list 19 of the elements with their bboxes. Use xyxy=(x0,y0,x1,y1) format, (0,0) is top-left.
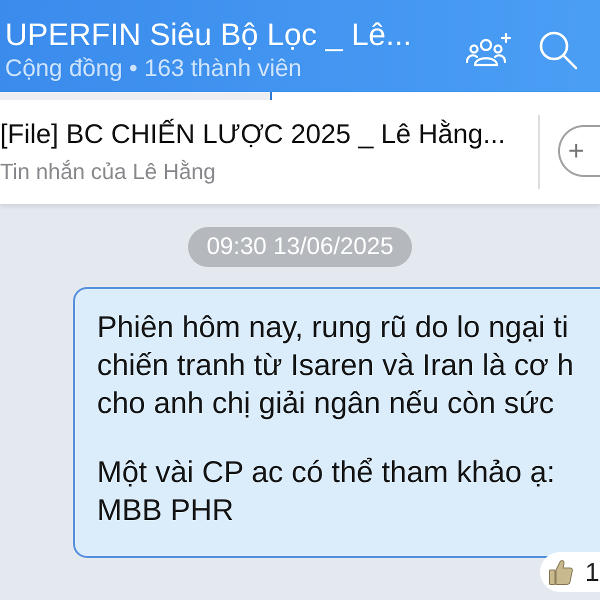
reaction-count: 1 xyxy=(585,559,600,585)
add-member-button[interactable] xyxy=(466,32,512,68)
message-text: chiến tranh từ Isaren và Iran là cơ h xyxy=(97,348,575,384)
search-icon xyxy=(538,30,578,70)
thumbs-up-icon xyxy=(549,559,573,585)
message-text: Phiên hôm nay, rung rũ do lo ngại ti xyxy=(97,310,570,346)
search-button[interactable] xyxy=(538,30,578,70)
timestamp-pill: 09:30 13/06/2025 xyxy=(188,227,412,267)
reaction-badge[interactable]: 1 xyxy=(540,552,600,592)
more-pinned-button[interactable]: + xyxy=(558,125,600,177)
group-subtitle: Cộng đồng • 163 thành viên xyxy=(5,54,303,84)
message-text: MBB PHR xyxy=(97,493,235,529)
message-text: cho anh chị giải ngân nếu còn sức xyxy=(97,386,556,422)
people-plus-icon xyxy=(466,32,512,68)
message-text: Một vài CP ac có thể tham khảo ạ: xyxy=(97,455,556,491)
pinned-subtitle: Tin nhắn của Lê Hằng xyxy=(0,158,217,186)
pinned-message-bar[interactable]: [File] BC CHIẾN LƯỢC 2025 _ Lê Hằng... Tin nhắn của Lê Hằng + xyxy=(0,100,600,204)
group-title: UPERFIN Siêu Bộ Lọc _ Lê... xyxy=(5,16,412,54)
pinned-title: [File] BC CHIẾN LƯỢC 2025 _ Lê Hằng... xyxy=(0,118,506,150)
